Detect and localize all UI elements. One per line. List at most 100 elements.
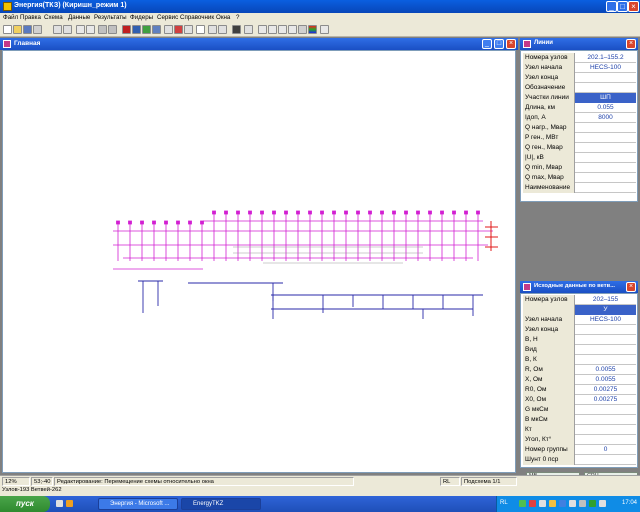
tool-icon-18[interactable] [298, 25, 307, 34]
tool-icon-15[interactable] [268, 25, 277, 34]
menu-service[interactable]: Сервис [157, 14, 178, 21]
main-window-close[interactable]: × [506, 39, 516, 49]
open-icon[interactable] [13, 25, 22, 34]
property-row[interactable]: Участки линии ШП [523, 93, 636, 103]
tool-icon-6[interactable] [164, 25, 173, 34]
property-row[interactable]: Номера узлов 202.1–155.2 [523, 53, 636, 63]
property-value[interactable] [575, 405, 636, 415]
menu-edit[interactable]: Правка [20, 14, 41, 21]
tray-icon[interactable] [529, 500, 536, 507]
main-window-minimize[interactable]: _ [482, 39, 492, 49]
property-value[interactable] [575, 435, 636, 445]
property-value[interactable]: 0.00275 [575, 395, 636, 405]
property-row[interactable]: X0, Ом 0.00275 [523, 395, 636, 405]
property-value[interactable]: 202.1–155.2 [575, 53, 636, 63]
tool-icon-13[interactable] [244, 25, 253, 34]
menu-data[interactable]: Данные [68, 14, 90, 21]
tool-icon-14[interactable] [258, 25, 267, 34]
tool-icon-11[interactable] [218, 25, 227, 34]
property-value[interactable] [575, 183, 636, 193]
property-value[interactable] [575, 345, 636, 355]
property-row[interactable]: Номер группы 0 [523, 445, 636, 455]
property-row[interactable]: G мкСм [523, 405, 636, 415]
property-value[interactable] [575, 83, 636, 93]
property-row[interactable]: Узел конца [523, 73, 636, 83]
minimize-button[interactable]: _ [606, 1, 617, 12]
property-row[interactable]: Обозначение [523, 83, 636, 93]
property-row[interactable]: У [523, 305, 636, 315]
tool-icon-3[interactable] [122, 25, 131, 34]
property-value[interactable] [575, 163, 636, 173]
branch-panel-close[interactable]: × [626, 282, 636, 292]
tool-icon-4[interactable] [132, 25, 141, 34]
tool-icon-2[interactable] [108, 25, 117, 34]
print-icon[interactable] [33, 25, 42, 34]
property-row[interactable]: Вид [523, 345, 636, 355]
property-row[interactable]: Шунт 0 пср [523, 455, 636, 465]
property-row[interactable]: Узел начала HECS-100 [523, 63, 636, 73]
property-value[interactable]: 0.00275 [575, 385, 636, 395]
tool-icon-7[interactable] [174, 25, 183, 34]
property-value[interactable]: 202–155 [575, 295, 636, 305]
menu-feeders[interactable]: Фидеры [130, 14, 153, 21]
menu-file[interactable]: Файл [3, 14, 18, 21]
property-value[interactable]: 8000 [575, 113, 636, 123]
property-row[interactable]: P ген., МВт [523, 133, 636, 143]
tray-icon[interactable] [579, 500, 586, 507]
property-value[interactable]: HECS-100 [575, 63, 636, 73]
property-value[interactable]: ШП [575, 93, 636, 103]
property-value[interactable] [575, 73, 636, 83]
start-button[interactable]: пуск [0, 496, 50, 512]
property-row[interactable]: Наименование [523, 183, 636, 193]
tray-icon[interactable] [589, 500, 596, 507]
lines-panel-close[interactable]: × [626, 39, 636, 49]
menu-scheme[interactable]: Схема [44, 14, 63, 21]
property-value[interactable] [575, 335, 636, 345]
property-value[interactable] [575, 455, 636, 465]
tool-icon-10[interactable] [208, 25, 217, 34]
property-value[interactable] [575, 415, 636, 425]
tool-icon-5[interactable] [142, 25, 151, 34]
paste-icon[interactable] [86, 25, 95, 34]
property-value[interactable] [575, 425, 636, 435]
close-button[interactable]: × [628, 1, 639, 12]
property-row[interactable]: Узел конца [523, 325, 636, 335]
menu-help[interactable]: ? [236, 14, 239, 21]
property-row[interactable]: Узел начала HECS-100 [523, 315, 636, 325]
property-value[interactable]: 0.0055 [575, 365, 636, 375]
menu-windows[interactable]: Окна [216, 14, 230, 21]
property-row[interactable]: Q ген., Мвар [523, 143, 636, 153]
property-value[interactable] [575, 355, 636, 365]
save-icon[interactable] [23, 25, 32, 34]
property-value[interactable] [575, 133, 636, 143]
tray-icon[interactable] [539, 500, 546, 507]
quicklaunch-icon[interactable] [56, 500, 63, 507]
tool-icon-1[interactable] [98, 25, 107, 34]
property-value[interactable]: У [575, 305, 636, 315]
main-window-maximize[interactable]: □ [494, 39, 504, 49]
property-row[interactable]: В, Н [523, 335, 636, 345]
property-row[interactable]: Iдоп, А 8000 [523, 113, 636, 123]
tray-icon[interactable] [549, 500, 556, 507]
property-row[interactable]: Угол, Кт° [523, 435, 636, 445]
scheme-canvas[interactable] [2, 50, 516, 473]
property-value[interactable]: 0 [575, 445, 636, 455]
property-value[interactable] [575, 123, 636, 133]
tray-icon[interactable] [559, 500, 566, 507]
tray-icon[interactable] [519, 500, 526, 507]
property-value[interactable] [575, 143, 636, 153]
property-row[interactable]: Кт [523, 425, 636, 435]
property-value[interactable] [575, 173, 636, 183]
tool-icon-12[interactable] [232, 25, 241, 34]
task-button-word[interactable]: Энергия - Microsoft ... [98, 498, 178, 510]
volume-icon[interactable] [599, 500, 606, 507]
property-row[interactable]: Длина, км 0.055 [523, 103, 636, 113]
property-row[interactable]: Q нагр., Мвар [523, 123, 636, 133]
property-value[interactable] [575, 153, 636, 163]
property-row[interactable]: |U|, кВ [523, 153, 636, 163]
property-row[interactable]: R, Ом 0.0055 [523, 365, 636, 375]
language-indicator[interactable]: RL [500, 500, 508, 506]
cut-icon[interactable] [63, 25, 72, 34]
grid-icon[interactable] [152, 25, 161, 34]
menu-reference[interactable]: Справочник [180, 14, 214, 21]
